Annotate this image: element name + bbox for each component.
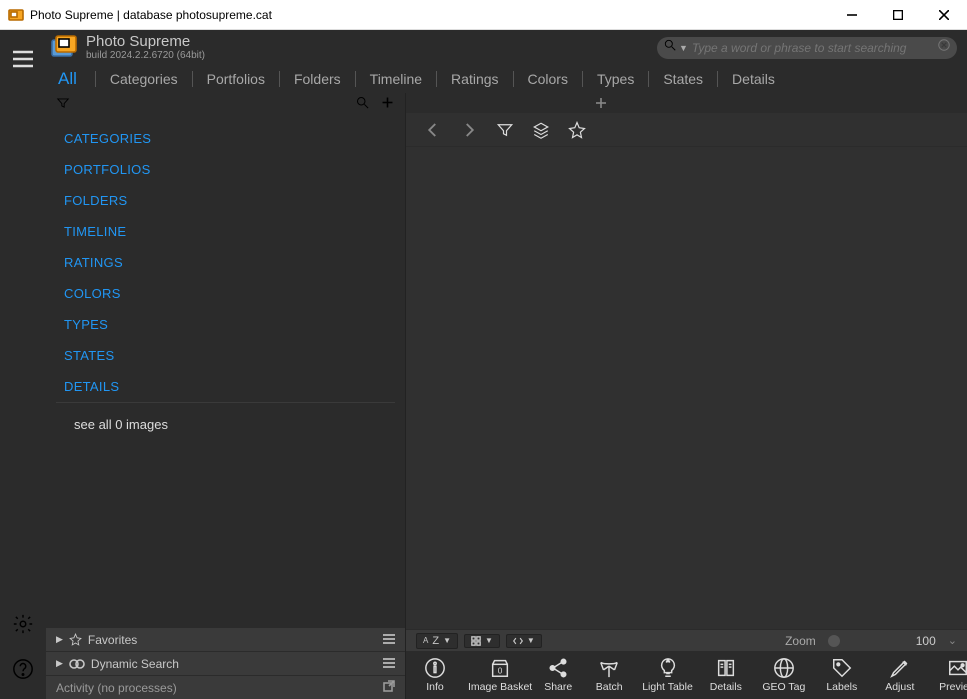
chevron-right-icon: ▶ — [56, 658, 63, 669]
tab-ratings[interactable]: Ratings — [437, 71, 512, 87]
catalog-search-icon[interactable] — [355, 95, 370, 115]
catalog-add-icon[interactable] — [380, 95, 395, 115]
thumbnail-options-bar: AZ ▼ ▼ ▼ Zoom 100 ⌄ — [406, 629, 967, 651]
viewer-filter-button[interactable] — [496, 121, 514, 139]
zoom-chevron-icon[interactable]: ⌄ — [948, 634, 957, 647]
zoom-slider[interactable] — [828, 635, 840, 647]
bottom-toolbar: Info 0 Image Basket Share — [406, 651, 967, 699]
search-clear-button[interactable] — [937, 38, 951, 57]
viewer-tabs — [406, 93, 967, 113]
catalog-panel: CATEGORIES PORTFOLIOS FOLDERS TIMELINE R… — [46, 93, 406, 699]
tab-all[interactable]: All — [52, 69, 95, 89]
search-icon — [663, 38, 677, 57]
nav-back-button[interactable] — [424, 121, 442, 139]
viewer-stack-button[interactable] — [532, 121, 550, 139]
app-name: Photo Supreme — [86, 34, 205, 50]
chevron-down-icon: ▼ — [527, 636, 535, 645]
list-icon[interactable] — [383, 633, 395, 647]
help-button[interactable] — [12, 658, 34, 685]
section-types[interactable]: TYPES — [46, 309, 405, 340]
chevron-down-icon: ▼ — [485, 636, 493, 645]
tab-types[interactable]: Types — [583, 71, 648, 87]
left-rail — [0, 30, 46, 699]
layout-dropdown[interactable]: ▼ — [464, 634, 500, 648]
section-colors[interactable]: COLORS — [46, 278, 405, 309]
popout-icon[interactable] — [383, 680, 395, 695]
tab-categories[interactable]: Categories — [96, 71, 192, 87]
batch-button[interactable]: Batch — [580, 651, 638, 699]
favorites-label: Favorites — [88, 633, 137, 647]
section-timeline[interactable]: TIMELINE — [46, 216, 405, 247]
settings-button[interactable] — [12, 613, 34, 640]
window-minimize-button[interactable] — [829, 0, 875, 30]
activity-bar: Activity (no processes) — [46, 675, 405, 699]
geo-tag-button[interactable]: GEO Tag — [755, 651, 813, 699]
window-titlebar: Photo Supreme | database photosupreme.ca… — [0, 0, 967, 30]
tab-states[interactable]: States — [649, 71, 717, 87]
viewer-content — [406, 147, 967, 629]
window-title: Photo Supreme | database photosupreme.ca… — [30, 8, 829, 22]
window-maximize-button[interactable] — [875, 0, 921, 30]
zoom-value: 100 — [916, 634, 936, 648]
tab-colors[interactable]: Colors — [514, 71, 582, 87]
chevron-down-icon: ▼ — [443, 636, 451, 645]
tab-portfolios[interactable]: Portfolios — [193, 71, 279, 87]
catalog-list: CATEGORIES PORTFOLIOS FOLDERS TIMELINE R… — [46, 117, 405, 627]
viewer-star-button[interactable] — [568, 121, 586, 139]
nav-forward-button[interactable] — [460, 121, 478, 139]
viewer-panel: AZ ▼ ▼ ▼ Zoom 100 ⌄ — [406, 93, 967, 699]
section-categories[interactable]: CATEGORIES — [46, 123, 405, 154]
app-window-icon — [8, 7, 24, 23]
see-all-images-link[interactable]: see all 0 images — [46, 409, 405, 440]
tab-folders[interactable]: Folders — [280, 71, 355, 87]
details-button[interactable]: Details — [697, 651, 755, 699]
global-search[interactable]: ▼ — [657, 37, 957, 59]
search-input[interactable] — [688, 41, 933, 55]
dynamic-search-label: Dynamic Search — [91, 657, 179, 671]
share-button[interactable]: Share — [536, 651, 580, 699]
chevron-right-icon: ▶ — [56, 634, 63, 645]
image-basket-button[interactable]: 0 Image Basket — [464, 651, 536, 699]
labels-button[interactable]: Labels — [813, 651, 871, 699]
list-icon[interactable] — [383, 657, 395, 671]
filter-icon[interactable] — [56, 97, 70, 114]
app-version: build 2024.2.2.6720 (64bit) — [86, 50, 205, 61]
light-table-button[interactable]: Light Table — [638, 651, 697, 699]
info-button[interactable]: Info — [406, 651, 464, 699]
tab-timeline[interactable]: Timeline — [356, 71, 436, 87]
sort-dropdown[interactable]: AZ ▼ — [416, 633, 458, 649]
preview-button[interactable]: Preview — [929, 651, 967, 699]
star-icon — [69, 633, 82, 646]
section-ratings[interactable]: RATINGS — [46, 247, 405, 278]
favorites-expander[interactable]: ▶ Favorites — [46, 627, 405, 651]
adjust-button[interactable]: Adjust — [871, 651, 929, 699]
nav-tabs: All Categories Portfolios Folders Timeli… — [46, 65, 967, 93]
dropdown-chevron-icon[interactable]: ▼ — [679, 43, 688, 53]
dynamic-search-expander[interactable]: ▶ Dynamic Search — [46, 651, 405, 675]
tab-details[interactable]: Details — [718, 71, 789, 87]
code-dropdown[interactable]: ▼ — [506, 634, 542, 648]
activity-label: Activity (no processes) — [56, 681, 177, 695]
section-states[interactable]: STATES — [46, 340, 405, 371]
section-portfolios[interactable]: PORTFOLIOS — [46, 154, 405, 185]
section-folders[interactable]: FOLDERS — [46, 185, 405, 216]
section-details[interactable]: DETAILS — [46, 371, 405, 402]
svg-text:0: 0 — [498, 667, 503, 676]
menu-button[interactable] — [12, 50, 34, 73]
zoom-label: Zoom — [785, 634, 816, 648]
window-close-button[interactable] — [921, 0, 967, 30]
add-tab-button[interactable] — [586, 93, 616, 113]
app-logo-icon — [50, 34, 78, 62]
app-header: Photo Supreme build 2024.2.2.6720 (64bit… — [46, 30, 967, 65]
viewer-toolbar — [406, 113, 967, 147]
rings-icon — [69, 658, 85, 670]
window-controls — [829, 0, 967, 30]
